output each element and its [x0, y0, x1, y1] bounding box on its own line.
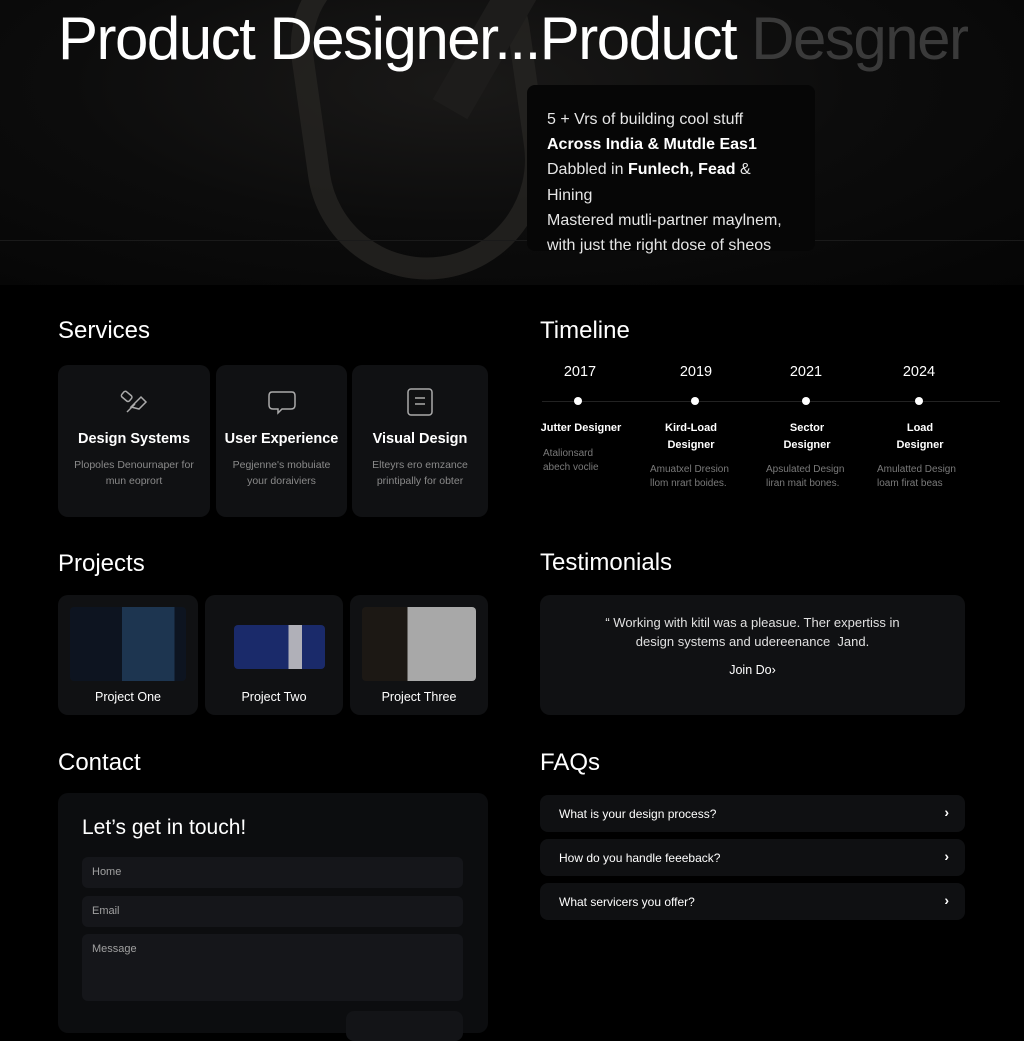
service-card[interactable]: User Experience Pegjenne's mobuiate your…	[216, 365, 347, 517]
speech-bubble-icon	[267, 391, 296, 415]
info-line: Mastered mutli-partner maylnem,	[547, 211, 782, 229]
timeline-dot	[802, 397, 810, 405]
submit-button[interactable]	[346, 1011, 463, 1041]
document-icon	[407, 388, 433, 416]
timeline-year: 2019	[679, 364, 713, 380]
timeline-desc: Amuatxel Dresion llom nrart boides.	[650, 464, 729, 489]
service-title: Visual Design	[372, 431, 468, 447]
service-title: Design Systems	[77, 431, 191, 447]
contact-card: Let’s get in touch! Home Email Message	[58, 793, 488, 1041]
chevron-right-icon: ›	[944, 848, 949, 864]
timeline-dot	[691, 397, 699, 405]
name-input[interactable]: Home	[82, 857, 463, 888]
faq-item[interactable]: How do you handle feeeback? ›	[540, 839, 965, 876]
faq-item[interactable]: What is your design process? ›	[540, 795, 965, 832]
project-card[interactable]: Project Three	[350, 595, 488, 715]
timeline-heading: Timeline	[540, 317, 630, 344]
contact-card-title: Let’s get in touch!	[82, 816, 247, 839]
project-label: Project One	[94, 690, 161, 704]
faq-item[interactable]: What servicers you offer? ›	[540, 883, 965, 920]
timeline-desc: Atalionsard abech voclie	[543, 448, 599, 473]
projects-heading: Projects	[58, 550, 145, 577]
timeline-dot	[574, 397, 582, 405]
timeline-year: 2017	[563, 364, 597, 380]
project-thumbnail	[362, 607, 476, 681]
message-input[interactable]: Message	[82, 934, 463, 1001]
email-input[interactable]: Email	[82, 896, 463, 927]
service-desc: Pegjenne's mobuiate your doraiviers	[232, 459, 331, 487]
hero-info-card: 5 + Vrs of building cool stuff Across In…	[527, 85, 815, 254]
service-card[interactable]: Visual Design Elteyrs ero emzance printi…	[352, 365, 488, 517]
contact-heading: Contact	[58, 749, 141, 776]
faqs-heading: FAQs	[540, 749, 601, 776]
timeline-title: Load Designer	[896, 422, 944, 451]
info-line: 5 + Vrs of building cool stuff	[547, 111, 744, 128]
hero-section: Product Designer...Product Desgner 5 + V…	[0, 0, 1024, 285]
project-thumbnail	[70, 607, 186, 681]
timeline-year: 2021	[789, 364, 823, 380]
testimonial-card: “ Working with kitil was a pleasue. Ther…	[540, 595, 965, 715]
timeline-dot	[915, 397, 923, 405]
testimonial-quote: “ Working with kitil was a pleasue. Ther…	[605, 615, 900, 649]
services-heading: Services	[58, 317, 151, 344]
service-desc: Plopoles Denournaper for mun eoprort	[74, 459, 194, 487]
chevron-right-icon: ›	[944, 804, 949, 820]
project-card[interactable]: Project Two	[205, 595, 343, 715]
timeline-year: 2024	[902, 364, 936, 380]
project-label: Project Three	[381, 690, 457, 704]
service-card[interactable]: Design Systems Plopoles Denournaper for …	[58, 365, 210, 517]
floor-line	[0, 240, 1024, 241]
faq-question: What servicers you offer?	[559, 895, 695, 909]
timeline-line	[542, 401, 1000, 402]
faq-question: What is your design process?	[559, 807, 717, 821]
testimonial-author: Join Do›	[729, 663, 776, 677]
project-thumbnail	[234, 625, 325, 669]
hero-title-faded: Desgner	[751, 5, 969, 72]
chevron-right-icon: ›	[944, 892, 949, 908]
pen-ruler-icon	[120, 390, 148, 413]
timeline-desc: Apsulated Design liran mait bones.	[766, 464, 845, 489]
timeline-title: Sector Designer	[783, 422, 831, 451]
timeline-title: Jutter Designer	[540, 422, 622, 434]
service-desc: Elteyrs ero emzance printipally for obte…	[372, 459, 468, 487]
project-label: Project Two	[241, 690, 307, 704]
testimonials-heading: Testimonials	[540, 549, 673, 576]
service-title: User Experience	[224, 431, 339, 447]
hero-title-main: Product Designer...Product	[58, 5, 752, 72]
info-line: with just the right dose of sheos	[547, 237, 772, 255]
hero-title: Product Designer...Product Desgner	[58, 4, 969, 74]
timeline-desc: Amulatted Design loam firat beas	[877, 464, 956, 489]
timeline-title: Kird-Load Designer	[665, 422, 717, 451]
project-card[interactable]: Project One	[58, 595, 198, 715]
info-line: Dabbled in Funlech, Fead & Hining	[547, 161, 751, 204]
info-line: Across India & Mutdle Eas1	[547, 136, 757, 154]
faq-question: How do you handle feeeback?	[559, 851, 721, 865]
